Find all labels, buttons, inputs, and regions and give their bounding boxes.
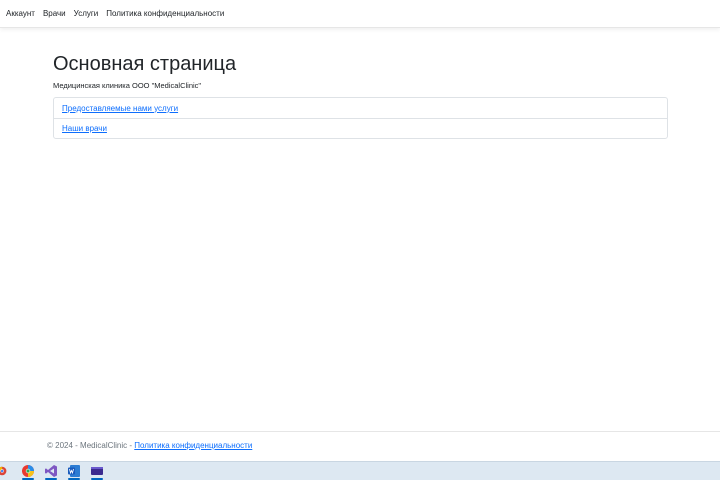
visual-studio-icon[interactable] bbox=[41, 462, 61, 481]
page-title: Основная страница bbox=[53, 53, 237, 75]
active-app-indicator bbox=[91, 477, 103, 480]
top-navbar: Аккаунт Врачи Услуги Политика конфиденци… bbox=[0, 0, 720, 28]
links-list: Предоставляемые нами услуги Наши врачи bbox=[53, 97, 668, 139]
chrome-icon[interactable] bbox=[0, 462, 10, 481]
footer-privacy-link[interactable]: Политика конфиденциальности bbox=[134, 441, 252, 450]
terminal-icon[interactable] bbox=[87, 462, 107, 481]
doctors-link[interactable]: Наши врачи bbox=[62, 124, 107, 133]
footer-divider bbox=[0, 431, 720, 432]
yandex-browser-icon[interactable] bbox=[18, 462, 38, 481]
nav-doctors-link[interactable]: Врачи bbox=[43, 9, 66, 18]
word-icon[interactable] bbox=[64, 462, 84, 481]
nav-account-link[interactable]: Аккаунт bbox=[6, 9, 35, 18]
nav-privacy-link[interactable]: Политика конфиденциальности bbox=[106, 9, 224, 18]
list-item: Наши врачи bbox=[54, 118, 667, 138]
taskbar bbox=[0, 461, 720, 480]
footer-copyright: © 2024 - MedicalClinic - bbox=[47, 441, 135, 450]
active-app-indicator bbox=[45, 477, 57, 480]
main-content: Основная страница Медицинская клиника ОО… bbox=[53, 50, 668, 139]
list-item: Предоставляемые нами услуги bbox=[54, 98, 667, 118]
nav-services-link[interactable]: Услуги bbox=[74, 9, 99, 18]
active-app-indicator bbox=[68, 477, 80, 480]
footer: © 2024 - MedicalClinic - Политика конфид… bbox=[47, 441, 252, 450]
clinic-subtitle: Медицинская клиника ООО "MedicalClinic" bbox=[53, 81, 202, 90]
active-app-indicator bbox=[22, 477, 34, 480]
services-link[interactable]: Предоставляемые нами услуги bbox=[62, 104, 178, 113]
